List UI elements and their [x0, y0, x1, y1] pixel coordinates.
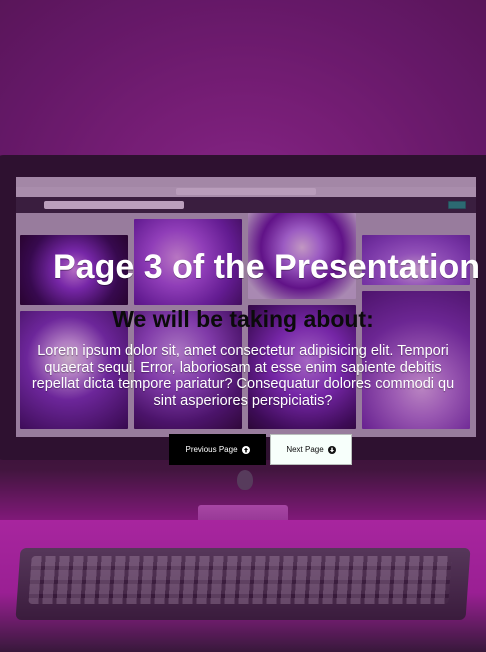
arrow-down-circle-icon — [327, 445, 336, 454]
page-title: Page 3 of the Presentation — [53, 248, 480, 286]
page-paragraph: Lorem ipsum dolor sit, amet consectetur … — [0, 343, 486, 409]
next-page-button[interactable]: Next Page — [270, 434, 352, 465]
page-subtitle: We will be taking about: — [112, 306, 374, 332]
paragraph-line: repellat dicta tempore pariatur? Consequ… — [31, 376, 455, 392]
previous-page-button[interactable]: Previous Page — [169, 434, 266, 465]
presentation-content: Page 3 of the Presentation We will be ta… — [0, 0, 486, 652]
previous-page-label: Previous Page — [185, 445, 238, 454]
paragraph-line: sint asperiores perspiciatis? — [153, 392, 333, 409]
arrow-up-circle-icon — [241, 445, 250, 454]
next-page-label: Next Page — [286, 445, 324, 454]
paragraph-line: quaerat sequi. Error, laboriosam at esse… — [44, 359, 442, 376]
paragraph-line: Lorem ipsum dolor sit, amet consectetur … — [37, 343, 449, 359]
